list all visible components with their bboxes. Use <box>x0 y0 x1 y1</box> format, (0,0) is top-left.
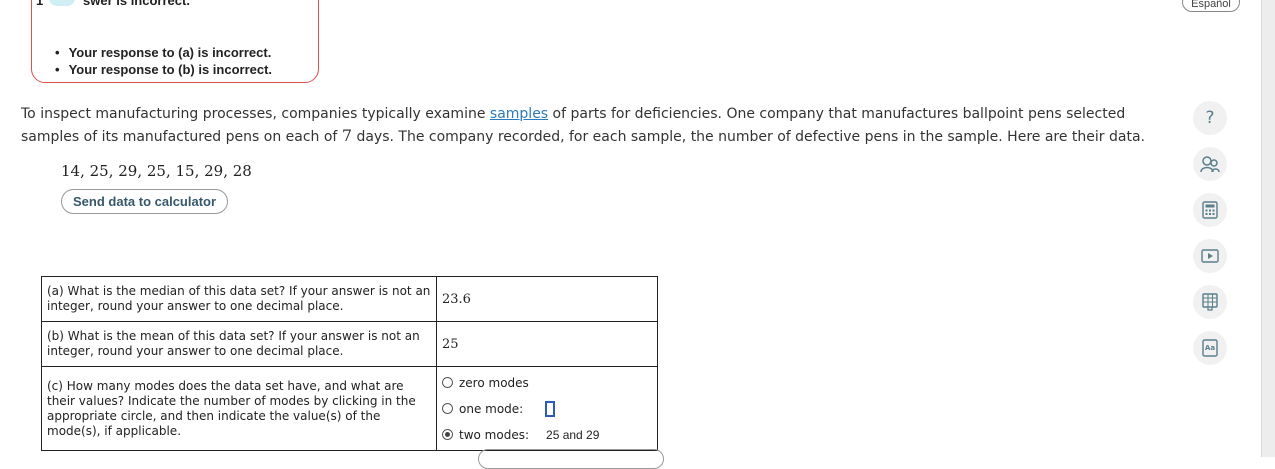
option-two-modes[interactable]: two modes: 25 and 29 <box>442 422 652 448</box>
video-glyph <box>1201 249 1219 263</box>
data-set: 14, 25, 29, 25, 15, 29, 28 <box>61 162 252 180</box>
checkmark-icon <box>49 0 76 6</box>
question-table: (a) What is the median of this data set?… <box>41 276 658 451</box>
days-count: 7 <box>341 126 352 145</box>
question-row-a: (a) What is the median of this data set?… <box>41 276 658 322</box>
calculator-icon[interactable] <box>1193 193 1227 227</box>
label-one-mode: one mode: <box>459 401 524 416</box>
feedback-title: swer is incorrect. <box>83 0 190 8</box>
label-zero-modes: zero modes <box>459 375 529 390</box>
calculator-glyph <box>1202 201 1218 219</box>
answer-a-value: 23.6 <box>442 291 471 307</box>
feedback-item-b: Your response to (b) is incorrect. <box>55 61 272 78</box>
feedback-list: Your response to (a) is incorrect. Your … <box>55 44 272 78</box>
question-a-text: (a) What is the median of this data set?… <box>41 276 437 322</box>
mode-options: zero modes one mode: two modes: 25 and 2… <box>436 366 658 451</box>
feedback-item-a: Your response to (a) is incorrect. <box>55 44 272 61</box>
answer-b-field[interactable]: 25 <box>436 321 658 367</box>
problem-text-3: days. The company recorded, for each sam… <box>352 129 1145 145</box>
option-one-mode[interactable]: one mode: <box>442 396 652 422</box>
samples-link[interactable]: samples <box>490 106 548 122</box>
tutor-glyph <box>1200 156 1220 173</box>
video-icon[interactable] <box>1193 239 1227 273</box>
tutor-icon[interactable] <box>1193 147 1227 181</box>
data-table-icon[interactable] <box>1193 285 1227 319</box>
page-scrollbar[interactable] <box>1261 0 1275 457</box>
next-button-partial[interactable] <box>478 449 664 469</box>
answer-a-field[interactable]: 23.6 <box>436 276 658 322</box>
radio-zero-modes[interactable] <box>442 377 453 388</box>
language-button[interactable]: Español <box>1182 0 1240 12</box>
radio-two-modes[interactable] <box>442 429 453 440</box>
question-row-b: (b) What is the mean of this data set? I… <box>41 321 658 367</box>
question-row-c: (c) How many modes does the data set hav… <box>41 366 658 451</box>
answer-b-value: 25 <box>442 336 459 352</box>
label-two-modes: two modes: <box>459 427 530 442</box>
one-mode-input[interactable] <box>545 400 556 417</box>
help-icon[interactable]: ? <box>1193 101 1227 135</box>
question-c-text: (c) How many modes does the data set hav… <box>41 366 437 451</box>
question-b-text: (b) What is the mean of this data set? I… <box>41 321 437 367</box>
glossary-label: Aa <box>1204 344 1216 352</box>
feedback-number: 1 <box>36 0 44 8</box>
feedback-header: 1 <box>36 0 76 8</box>
option-zero-modes[interactable]: zero modes <box>442 370 652 396</box>
radio-one-mode[interactable] <box>442 403 453 414</box>
problem-statement: To inspect manufacturing processes, comp… <box>21 104 1161 148</box>
problem-text-1: To inspect manufacturing processes, comp… <box>21 106 490 122</box>
data-table-glyph <box>1202 293 1218 311</box>
two-modes-input[interactable]: 25 and 29 <box>546 428 599 442</box>
glossary-icon[interactable]: Aa <box>1193 331 1227 365</box>
help-glyph: ? <box>1205 108 1215 128</box>
send-to-calculator-button[interactable]: Send data to calculator <box>61 189 229 214</box>
